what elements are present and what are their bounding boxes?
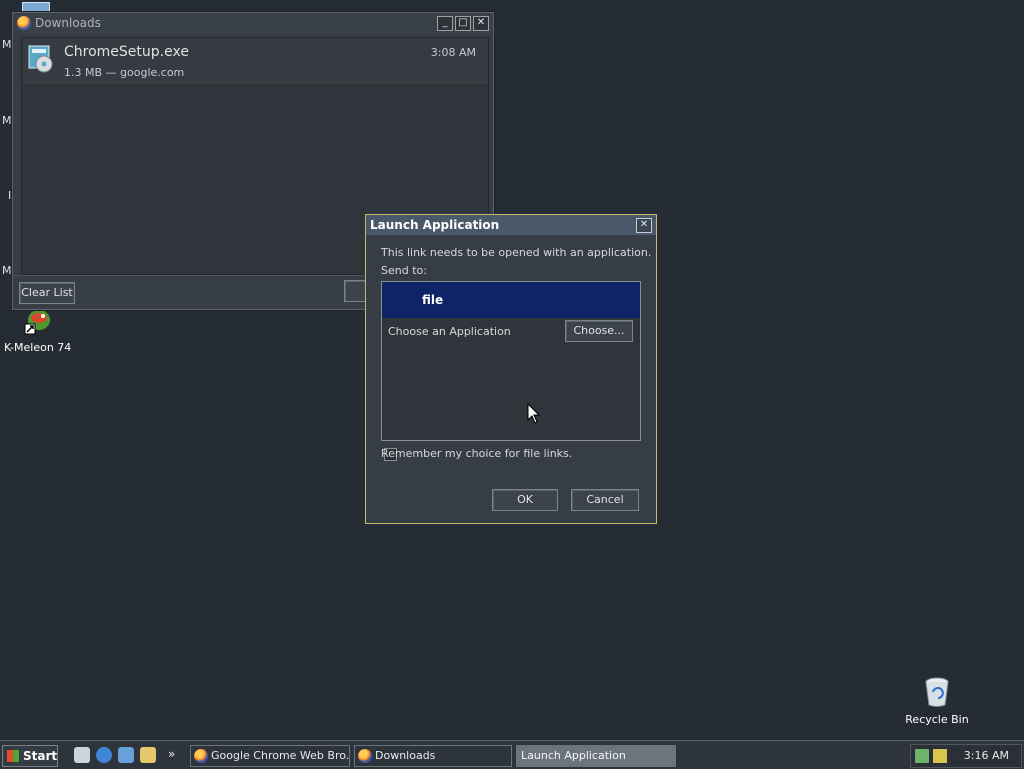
taskbar: Start » Google Chrome Web Bro... Downloa… [0, 740, 1024, 769]
installer-icon [28, 45, 53, 73]
ok-button[interactable]: OK [492, 489, 558, 511]
download-filename: ChromeSetup.exe [64, 44, 189, 60]
download-meta: 1.3 MB — google.com [64, 66, 185, 79]
taskbar-item-label: Launch Application [521, 749, 626, 762]
desktop-edge-text: M [2, 264, 12, 277]
application-row-file[interactable]: file [382, 282, 640, 318]
application-list: file Choose an Application Choose... [381, 281, 641, 441]
application-row-choose[interactable]: Choose an Application Choose... [382, 318, 640, 344]
desktop-edge-text: M [2, 114, 12, 127]
clock[interactable]: 3:16 AM [964, 749, 1009, 762]
desktop-icon-kmeleon[interactable]: K-Meleon 74 [4, 306, 72, 354]
firefox-icon [194, 749, 208, 763]
close-button[interactable]: ✕ [636, 217, 652, 233]
maximize-button[interactable]: □ [455, 15, 471, 31]
taskbar-item-label: Downloads [375, 749, 436, 762]
firefox-icon [17, 16, 31, 30]
taskbar-item-launch-application[interactable]: Launch Application [516, 745, 676, 767]
launch-titlebar[interactable]: Launch Application ✕ [366, 215, 656, 235]
kmeleon-icon [24, 310, 50, 335]
desktop-icon-label: Recycle Bin [905, 713, 969, 726]
network-icon[interactable] [915, 749, 929, 763]
desktop-edge-text: I [8, 189, 12, 202]
desktop: M M I M K-Meleon 74 Recycle Bin Download… [0, 0, 1024, 740]
mouse-cursor-icon [527, 403, 541, 424]
windows-logo-icon [7, 750, 19, 762]
minimize-button[interactable]: _ [437, 15, 453, 31]
taskbar-item-label: Google Chrome Web Bro... [211, 749, 350, 762]
taskbar-item-downloads[interactable]: Downloads [354, 745, 512, 767]
download-time: 3:08 AM [430, 46, 476, 59]
remember-choice-label[interactable]: Remember my choice for file links. [381, 447, 572, 460]
cancel-button[interactable]: Cancel [571, 489, 639, 511]
system-tray: 3:16 AM [910, 744, 1022, 768]
close-button[interactable]: ✕ [473, 15, 489, 31]
tray-app-icon[interactable] [933, 749, 947, 763]
internet-explorer-icon[interactable] [96, 747, 112, 763]
start-label: Start [23, 749, 58, 763]
choose-button[interactable]: Choose... [565, 320, 633, 342]
outlook-express-icon[interactable] [118, 747, 134, 763]
launch-message: This link needs to be opened with an app… [381, 246, 652, 259]
desktop-edge-text: M [2, 38, 12, 51]
downloads-title: Downloads [35, 16, 101, 30]
launch-application-dialog: Launch Application ✕ This link needs to … [365, 214, 657, 524]
show-desktop-icon[interactable] [74, 747, 90, 763]
hidden-button[interactable] [344, 280, 366, 302]
clear-list-button[interactable]: Clear List [19, 282, 75, 304]
launch-title: Launch Application [370, 218, 500, 232]
recycle-bin-icon [925, 677, 949, 707]
desktop-icon-recycle-bin[interactable]: Recycle Bin [904, 676, 970, 726]
download-item[interactable]: ChromeSetup.exe 1.3 MB — google.com 3:08… [22, 38, 488, 85]
quicklaunch-overflow-icon[interactable]: » [168, 747, 175, 761]
taskbar-item-chrome-web[interactable]: Google Chrome Web Bro... [190, 745, 350, 767]
send-to-label: Send to: [381, 264, 427, 277]
search-icon[interactable] [140, 747, 156, 763]
firefox-icon [358, 749, 372, 763]
start-button[interactable]: Start [2, 745, 58, 767]
choose-application-label: Choose an Application [388, 325, 511, 338]
downloads-titlebar[interactable]: Downloads _ □ ✕ [13, 13, 493, 33]
desktop-icon-label: K-Meleon 74 [4, 341, 72, 354]
